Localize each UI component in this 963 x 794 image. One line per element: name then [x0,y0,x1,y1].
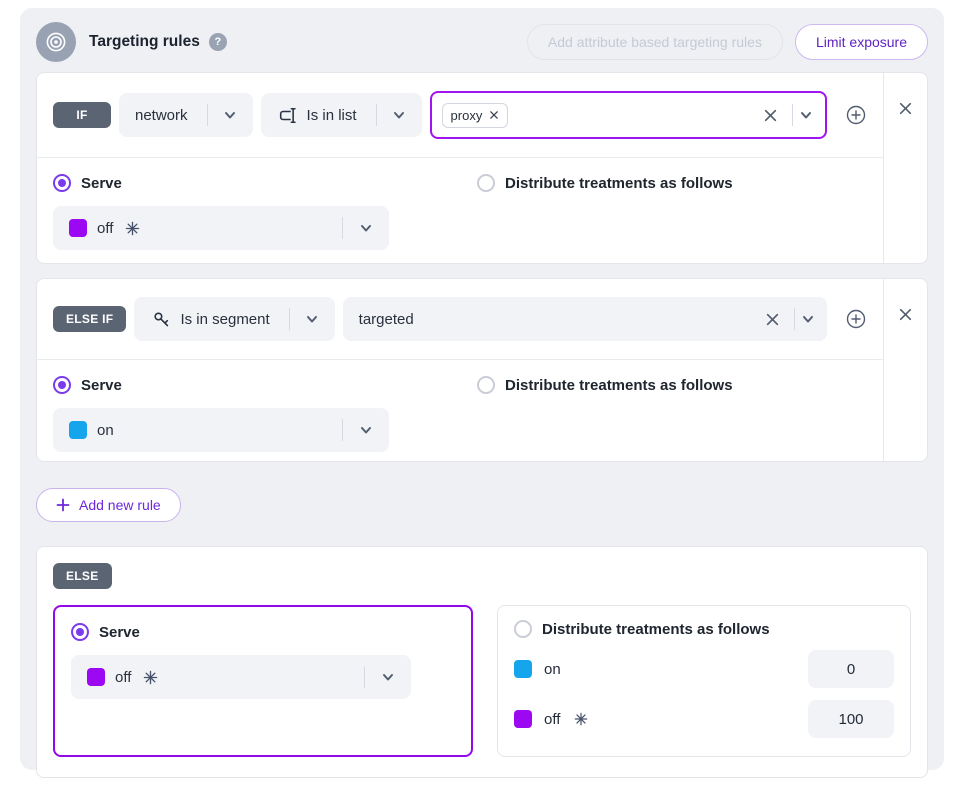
divider [376,104,377,126]
add-new-rule-label: Add new rule [79,497,161,513]
distribute-label: Distribute treatments as follows [505,175,733,192]
segment-select[interactable]: targeted [343,297,827,341]
divider [792,104,793,126]
plus-icon [56,498,70,512]
treatment-select[interactable]: on [53,408,389,452]
distribute-radio[interactable] [514,620,532,638]
default-rule-card: ELSE Serve off [36,546,928,778]
treatment-select[interactable]: off [53,206,389,250]
add-condition-icon[interactable] [845,104,867,126]
help-icon[interactable]: ? [209,33,227,51]
treatment-swatch [514,710,532,728]
treatment-swatch [69,219,87,237]
default-treatment-asterisk-icon [574,712,588,726]
serve-section: Serve Distribute treatments as follows o… [37,360,883,462]
rule-keyword-badge: ELSE [53,563,112,589]
add-condition-icon[interactable] [845,308,867,330]
text-select-icon [279,106,298,125]
treatment-percentage-input[interactable]: 100 [808,700,894,738]
serve-radio[interactable] [53,376,71,394]
distribute-radio[interactable] [477,174,495,192]
serve-section: Serve Distribute treatments as follows o… [37,158,883,264]
serve-option-panel[interactable]: Serve off [53,605,473,757]
targeting-rules-panel: Targeting rules ? Add attribute based ta… [20,8,944,770]
value-chip: proxy [442,103,509,128]
rule-card-if: IF network [36,72,928,264]
treatment-label: on [544,661,561,678]
treatment-select-value: on [97,422,114,439]
chevron-down-icon[interactable] [795,104,817,126]
matcher-select-value: Is in segment [180,311,269,328]
treatment-select[interactable]: off [71,655,411,699]
distribute-treatment-row: on 0 [514,650,894,688]
serve-radio[interactable] [71,623,89,641]
divider [342,419,343,441]
serve-label: Serve [81,175,122,192]
attribute-select-value: network [135,107,188,124]
distribute-option-panel[interactable]: Distribute treatments as follows on 0 of… [497,605,911,757]
default-treatment-asterisk-icon [125,221,140,236]
matcher-select[interactable]: Is in segment [134,297,334,341]
segment-select-value: targeted [359,311,414,328]
treatment-label: off [544,711,560,728]
value-chip-label: proxy [451,108,483,123]
condition-row: ELSE IF Is in segment [37,279,883,360]
limit-exposure-button[interactable]: Limit exposure [795,24,928,60]
serve-label: Serve [81,377,122,394]
treatment-swatch [69,421,87,439]
matcher-select[interactable]: Is in list [261,93,422,137]
treatment-swatch [514,660,532,678]
serve-label: Serve [99,624,140,641]
chevron-down-icon[interactable] [797,308,819,330]
distribute-label: Distribute treatments as follows [542,621,770,638]
default-treatment-asterisk-icon [143,670,158,685]
clear-segment-icon[interactable] [761,308,784,331]
divider [364,666,365,688]
target-icon [36,22,76,62]
matcher-select-value: Is in list [307,107,357,124]
treatment-select-value: off [97,220,113,237]
divider [794,308,795,330]
add-attribute-rules-button[interactable]: Add attribute based targeting rules [527,24,783,60]
clear-values-icon[interactable] [759,104,782,127]
chevron-down-icon[interactable] [355,217,377,239]
attribute-select[interactable]: network [119,93,253,137]
chevron-down-icon[interactable] [355,419,377,441]
rule-keyword-badge: IF [53,102,111,128]
divider [289,308,290,330]
divider [342,217,343,239]
delete-rule-icon[interactable] [894,97,917,120]
chevron-down-icon[interactable] [301,308,323,330]
chevron-down-icon[interactable] [377,666,399,688]
treatment-percentage-input[interactable]: 0 [808,650,894,688]
treatment-swatch [87,668,105,686]
chip-remove-icon[interactable] [489,110,499,120]
distribute-treatment-row: off 100 [514,700,894,738]
chevron-down-icon[interactable] [219,104,241,126]
condition-row: IF network [37,73,883,158]
values-multiselect-input[interactable]: proxy [430,91,827,139]
panel-header: Targeting rules ? Add attribute based ta… [36,20,928,64]
divider [207,104,208,126]
rule-card-else-if: ELSE IF Is in segment [36,278,928,462]
distribute-radio[interactable] [477,376,495,394]
distribute-label: Distribute treatments as follows [505,377,733,394]
rule-side-column [883,73,927,263]
treatment-select-value: off [115,669,131,686]
chevron-down-icon[interactable] [388,104,410,126]
rule-keyword-badge: ELSE IF [53,306,126,332]
rule-side-column [883,279,927,461]
add-new-rule-button[interactable]: Add new rule [36,488,181,522]
key-icon [152,310,171,329]
page-title: Targeting rules [89,33,200,51]
delete-rule-icon[interactable] [894,303,917,326]
serve-radio[interactable] [53,174,71,192]
